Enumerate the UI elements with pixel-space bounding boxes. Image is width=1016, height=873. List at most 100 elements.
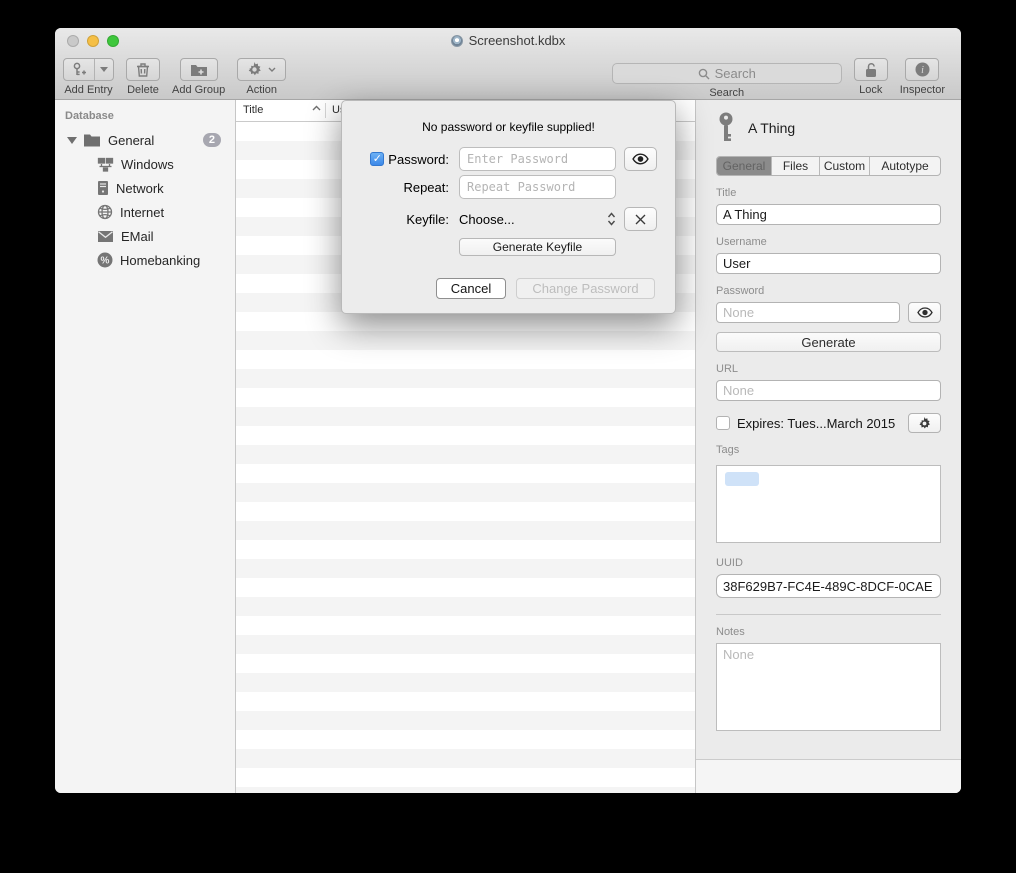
svg-text:%: %	[101, 256, 110, 267]
sidebar-item-label: Homebanking	[120, 253, 200, 268]
sidebar-item-label: General	[108, 133, 154, 148]
add-entry-dropdown[interactable]	[94, 59, 113, 80]
action-button[interactable]	[237, 58, 286, 81]
envelope-icon	[97, 230, 114, 243]
title-label: Title	[716, 187, 941, 199]
expires-settings-button[interactable]	[908, 413, 941, 433]
sidebar-header: Database	[55, 108, 235, 128]
app-window: Screenshot.kdbx Add	[55, 28, 961, 793]
sidebar-item-email[interactable]: EMail	[55, 224, 235, 248]
inspector-label: Inspector	[900, 84, 945, 96]
column-divider[interactable]	[325, 103, 326, 118]
eye-icon	[632, 153, 649, 165]
eye-icon	[917, 307, 933, 318]
username-label: Username	[716, 236, 941, 248]
sidebar-item-label: EMail	[121, 229, 154, 244]
disclosure-triangle-icon[interactable]	[67, 137, 77, 144]
action-label: Action	[246, 84, 277, 96]
password-checkbox[interactable]: ✓	[370, 152, 384, 166]
search-icon	[698, 68, 710, 80]
gear-icon	[247, 62, 262, 77]
server-icon	[97, 180, 109, 196]
lock-label: Lock	[859, 84, 882, 96]
url-field[interactable]	[716, 380, 941, 401]
delete-button[interactable]	[126, 58, 160, 81]
column-header-title[interactable]: Title	[243, 104, 263, 116]
add-group-label: Add Group	[172, 84, 225, 96]
inspector-tabs: General Files Custom Autotype	[716, 156, 941, 176]
entry-count-badge: 2	[203, 133, 221, 147]
sort-ascending-icon	[312, 105, 321, 111]
sidebar-item-windows[interactable]: Windows	[55, 152, 235, 176]
window-header: Screenshot.kdbx Add	[55, 28, 961, 100]
info-icon: i	[915, 62, 930, 77]
close-x-icon	[635, 214, 646, 225]
reveal-password-button[interactable]	[908, 302, 941, 323]
generate-keyfile-button[interactable]: Generate Keyfile	[459, 238, 616, 256]
sidebar-item-homebanking[interactable]: % Homebanking	[55, 248, 235, 272]
tab-general[interactable]: General	[717, 157, 772, 175]
sidebar-item-label: Network	[116, 181, 164, 196]
dialog-repeat-label: Repeat:	[403, 180, 449, 195]
search-label: Search	[709, 87, 744, 99]
tags-field[interactable]	[716, 465, 941, 543]
search-input[interactable]: Search	[612, 63, 842, 84]
gear-icon	[918, 417, 931, 430]
cancel-button[interactable]: Cancel	[436, 278, 506, 299]
tab-autotype[interactable]: Autotype	[870, 157, 940, 175]
password-label: Password	[716, 285, 941, 297]
dialog-keyfile-label: Keyfile:	[406, 212, 449, 227]
trash-icon	[136, 62, 150, 77]
reveal-password-button[interactable]	[624, 147, 657, 171]
action-chevron-icon	[268, 67, 276, 72]
windows-network-icon	[97, 157, 114, 172]
tab-custom[interactable]: Custom	[820, 157, 870, 175]
sidebar-item-internet[interactable]: Internet	[55, 200, 235, 224]
sidebar-item-network[interactable]: Network	[55, 176, 235, 200]
dialog-password-label: Password:	[388, 152, 449, 167]
sidebar-item-general[interactable]: General 2	[55, 128, 235, 152]
titlebar[interactable]: Screenshot.kdbx	[55, 28, 961, 54]
percent-icon: %	[97, 252, 113, 268]
key-icon	[716, 112, 736, 144]
stepper-icon	[607, 212, 616, 226]
tags-label: Tags	[716, 444, 941, 456]
username-field[interactable]	[716, 253, 941, 274]
password-field[interactable]	[716, 302, 900, 323]
key-plus-icon	[64, 59, 94, 80]
title-field[interactable]	[716, 204, 941, 225]
lock-button[interactable]	[854, 58, 888, 81]
notes-label: Notes	[716, 626, 941, 638]
expires-checkbox[interactable]	[716, 416, 730, 430]
svg-text:i: i	[921, 65, 924, 76]
enter-password-field[interactable]	[459, 147, 616, 171]
change-password-dialog: No password or keyfile supplied! ✓ Passw…	[341, 100, 676, 314]
entry-title: A Thing	[748, 120, 795, 136]
repeat-password-field[interactable]	[459, 175, 616, 199]
tag-pill[interactable]	[725, 472, 759, 486]
add-group-button[interactable]	[180, 58, 218, 81]
delete-label: Delete	[127, 84, 159, 96]
window-title: Screenshot.kdbx	[469, 33, 566, 48]
dialog-message: No password or keyfile supplied!	[342, 120, 675, 134]
sidebar: Database General 2 Windows	[55, 100, 236, 793]
keyfile-popup[interactable]: Choose...	[459, 212, 616, 227]
url-label: URL	[716, 363, 941, 375]
inspector-button[interactable]: i	[905, 58, 939, 81]
uuid-field[interactable]	[716, 574, 941, 598]
unlock-icon	[864, 62, 878, 78]
tab-files[interactable]: Files	[772, 157, 820, 175]
sidebar-item-label: Internet	[120, 205, 164, 220]
folder-plus-icon	[190, 63, 208, 77]
add-entry-button[interactable]	[63, 58, 114, 81]
change-password-button[interactable]: Change Password	[516, 278, 655, 299]
divider	[716, 614, 941, 615]
uuid-label: UUID	[716, 557, 941, 569]
expires-label: Expires: Tues...March 2015	[737, 416, 901, 431]
notes-field[interactable]	[716, 643, 941, 731]
sidebar-item-label: Windows	[121, 157, 174, 172]
clear-keyfile-button[interactable]	[624, 207, 657, 231]
generate-password-button[interactable]: Generate	[716, 332, 941, 352]
document-icon	[451, 35, 463, 47]
inspector-panel: A Thing General Files Custom Autotype Ti…	[696, 100, 961, 793]
